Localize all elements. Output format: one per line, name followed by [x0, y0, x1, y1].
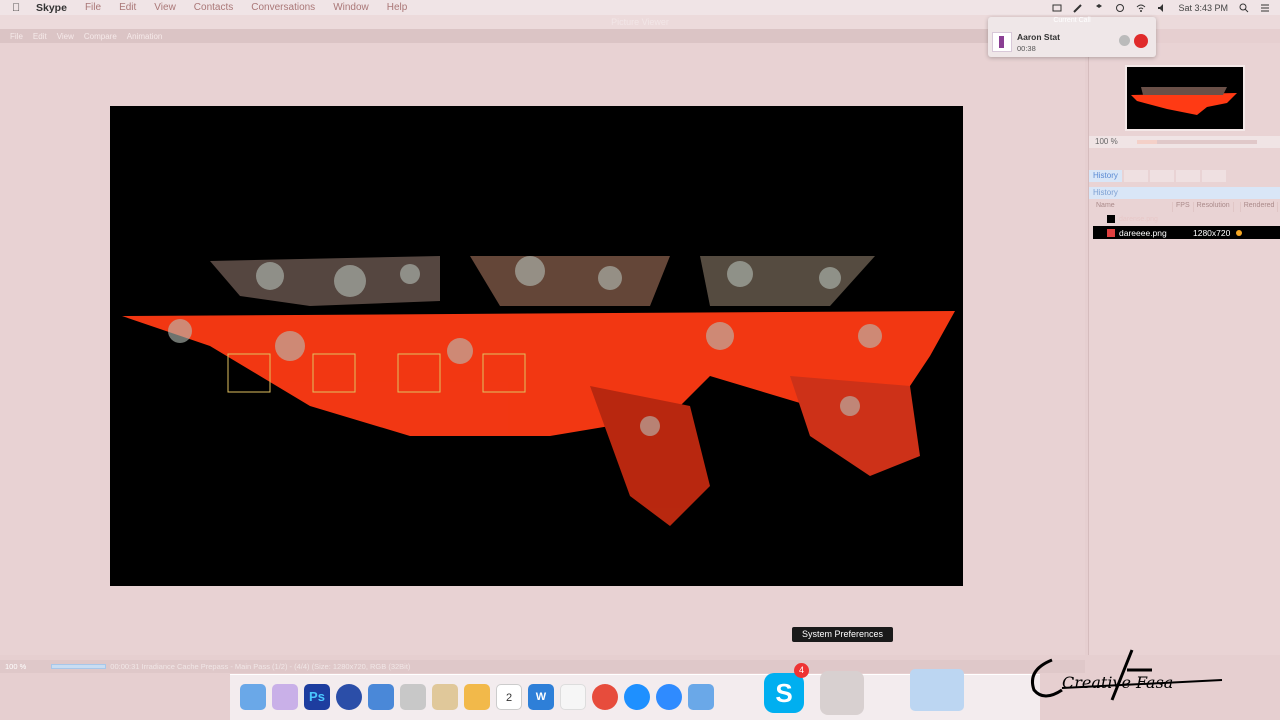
app-menu-animation[interactable]: Animation — [127, 32, 163, 41]
column-header-fps[interactable]: FPS — [1173, 202, 1194, 212]
search-icon[interactable] — [1239, 3, 1249, 13]
mute-icon[interactable] — [1119, 35, 1130, 46]
call-duration: 00:38 — [1017, 44, 1036, 53]
menu-edit[interactable]: Edit — [119, 2, 136, 13]
caller-name: Aaron Stat — [1017, 32, 1060, 42]
tab-3[interactable] — [1149, 170, 1174, 182]
list-icon[interactable] — [1260, 3, 1270, 13]
screen-record-icon[interactable] — [1052, 3, 1062, 13]
dropbox-icon[interactable] — [1094, 3, 1104, 13]
menu-clock[interactable]: Sat 3:43 PM — [1178, 3, 1228, 13]
zoom-row: 100 % — [1089, 136, 1280, 148]
app-menu-view[interactable]: View — [57, 32, 74, 41]
canvas-area[interactable] — [0, 43, 1085, 655]
history-row-name: dareeee.png — [1119, 227, 1167, 238]
photoshop-icon[interactable]: Ps — [304, 684, 330, 710]
column-header-blank[interactable] — [1234, 202, 1241, 212]
progress-bar — [51, 664, 107, 669]
sync-icon[interactable] — [1115, 3, 1125, 13]
menu-view[interactable]: View — [154, 2, 176, 13]
cinema4d-icon[interactable] — [336, 684, 362, 710]
tab-5[interactable] — [1201, 170, 1226, 182]
menu-file[interactable]: File — [85, 2, 101, 13]
itunes-icon[interactable] — [624, 684, 650, 710]
chrome-icon[interactable] — [592, 684, 618, 710]
status-zoom: 100 % — [5, 662, 27, 671]
volume-icon[interactable] — [1157, 3, 1167, 13]
photo-browser-icon[interactable] — [368, 684, 394, 710]
app-menu-file[interactable]: File — [10, 32, 23, 41]
tab-history[interactable]: History — [1089, 170, 1122, 182]
notification-badge: 4 — [794, 663, 809, 678]
downloads-folder-icon[interactable] — [910, 669, 964, 711]
word-icon[interactable]: W — [528, 684, 554, 710]
call-notification[interactable]: Current Call Aaron Stat 00:38 — [988, 17, 1156, 57]
rendered-logo-graphic — [122, 256, 955, 526]
apple-icon[interactable]:  — [12, 2, 26, 14]
preview-thumbnail[interactable] — [1125, 65, 1245, 131]
tab-4[interactable] — [1175, 170, 1200, 182]
avatar — [992, 32, 1012, 52]
dock: Ps 2 W S 4 — [230, 663, 1040, 720]
history-row-name: darense.png — [1119, 215, 1158, 223]
column-header-resolution[interactable]: Resolution — [1194, 202, 1234, 212]
menu-contacts[interactable]: Contacts — [194, 2, 233, 13]
panel-tabs: History — [1089, 170, 1280, 182]
preview-icon[interactable] — [688, 684, 714, 710]
menu-app-name[interactable]: Skype — [36, 2, 67, 14]
column-header-name[interactable]: Name — [1093, 202, 1173, 212]
dock-tooltip: System Preferences — [792, 627, 893, 642]
right-panel: 100 % History History Name FPS Resolutio… — [1088, 43, 1280, 655]
call-title: Current Call — [1053, 17, 1091, 24]
app-menu-bar: File Edit View Compare Animation — [0, 29, 1085, 43]
history-table-header: Name FPS Resolution Rendered — [1093, 202, 1280, 212]
stickies-icon[interactable] — [432, 684, 458, 710]
menu-window[interactable]: Window — [333, 2, 369, 13]
calendar-icon[interactable]: 2 — [496, 684, 522, 710]
history-row-resolution: 1280x720 — [1193, 227, 1231, 238]
history-row-swatch — [1107, 228, 1115, 237]
wifi-icon[interactable] — [1136, 3, 1146, 13]
picture-viewer-window: Picture Viewer File Edit View Compare An… — [0, 15, 1280, 655]
app-store-icon[interactable] — [656, 684, 682, 710]
text-edit-icon[interactable] — [560, 684, 586, 710]
history-row-selected[interactable]: dareeee.png 1280x720 — [1093, 226, 1280, 239]
panel-zoom-label: 100 % — [1095, 137, 1118, 146]
menu-help[interactable]: Help — [387, 2, 408, 13]
pen-app-icon[interactable] — [272, 684, 298, 710]
finder-icon[interactable] — [240, 684, 266, 710]
thumbnail-graphic — [1131, 87, 1237, 115]
menu-conversations[interactable]: Conversations — [251, 2, 315, 13]
history-row-swatch — [1107, 215, 1115, 223]
column-header-rendered[interactable]: Rendered — [1241, 202, 1279, 212]
history-row[interactable]: darense.png — [1093, 213, 1280, 225]
system-preferences-icon[interactable] — [820, 671, 864, 715]
tab-2[interactable] — [1123, 170, 1148, 182]
skype-icon[interactable]: S — [764, 673, 804, 713]
menu-bar:  Skype File Edit View Contacts Conversa… — [0, 0, 1280, 15]
app-menu-edit[interactable]: Edit — [33, 32, 47, 41]
app-menu-compare[interactable]: Compare — [84, 32, 117, 41]
watermark-text: Creative Fasa — [1062, 673, 1173, 692]
hang-up-icon[interactable] — [1134, 34, 1148, 48]
render-image — [110, 106, 963, 586]
history-section-label: History — [1089, 187, 1280, 199]
pen-icon[interactable] — [1073, 3, 1083, 13]
folder-icon[interactable] — [464, 684, 490, 710]
status-text: 00:00:31 Irradiance Cache Prepass - Main… — [110, 662, 411, 671]
status-dot-icon — [1236, 229, 1243, 236]
tool-icon[interactable] — [400, 684, 426, 710]
zoom-slider[interactable] — [1137, 140, 1257, 144]
creative-fasa-watermark: Creative Fasa — [1031, 649, 1223, 701]
